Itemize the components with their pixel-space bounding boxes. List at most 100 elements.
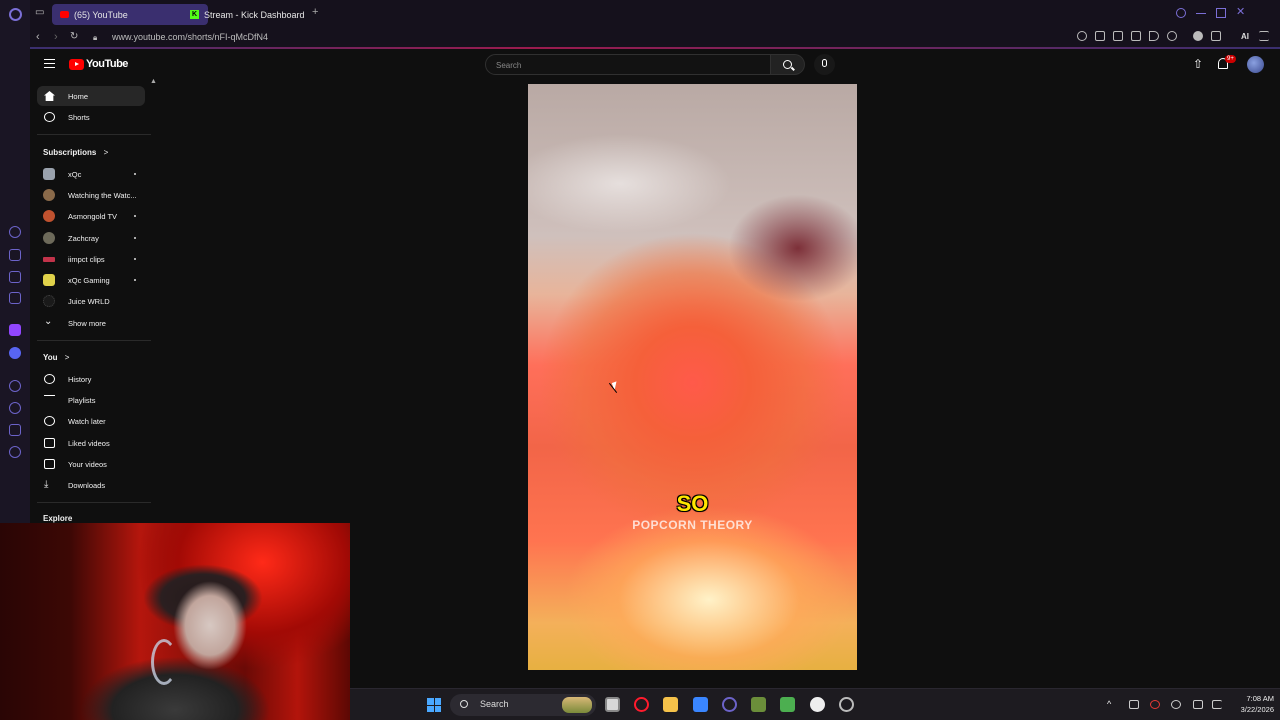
chevron-down-icon: ⌄ [44,316,53,327]
ai-icon[interactable] [1229,31,1239,41]
clock-date[interactable]: 3/22/2026 [1224,705,1274,714]
start-button[interactable] [427,698,441,712]
back-icon[interactable]: ‹ [36,31,40,43]
opera-gx-taskbar-icon[interactable] [634,697,649,712]
channel-avatar [43,210,55,222]
you-heading-label: You [43,353,58,362]
sidebar-item-subscription[interactable]: Asmongold TV [37,206,145,226]
show-more-button[interactable]: ⌄ Show more [37,313,145,333]
sidebar-item-subscription[interactable]: Watching the Watc... [37,185,145,205]
download-icon[interactable] [1211,31,1221,41]
profile-icon[interactable] [1193,31,1203,41]
liked-videos-icon [44,438,55,448]
snapshot-icon[interactable] [1113,31,1123,41]
heart-icon[interactable] [1167,31,1177,41]
menu-icon[interactable] [44,59,55,68]
forward-icon[interactable]: › [54,31,58,43]
tray-overflow-icon[interactable]: ^ [1107,699,1111,709]
subscriptions-heading-label: Subscriptions [43,148,97,157]
voice-search-button[interactable] [814,54,835,75]
upload-icon[interactable]: ⇧ [1193,57,1203,71]
search-button[interactable] [771,54,805,75]
sidebar-item-shorts[interactable]: Shorts [37,107,145,127]
new-tab-button[interactable]: + [312,7,323,18]
address-bar: ‹ › ↻ 🔒︎ www.youtube.com/shorts/nFI-qMcD… [30,28,1280,48]
search-input[interactable]: Search [485,54,771,75]
sidebar-item-playlists[interactable]: Playlists [37,390,145,410]
bookmarks-icon[interactable] [9,249,21,261]
microsoft-store-icon[interactable] [693,697,708,712]
sidebar-item-downloads[interactable]: ⤓ Downloads [37,475,145,495]
playlists-icon [44,395,55,405]
start-tile [427,698,434,705]
address-accent-line [30,47,1280,49]
opera-taskbar-icon[interactable] [722,697,737,712]
sidebar-item-subscription[interactable]: iimpct clips [37,249,145,269]
shorts-video-player[interactable]: SO POPCORN THEORY [528,84,857,670]
volume-icon[interactable] [1212,700,1222,709]
sidebar-item-subscription[interactable]: Zachcray [37,228,145,248]
sidebar-item-home[interactable]: Home [37,86,145,106]
aria-icon[interactable] [9,226,21,238]
home-icon [44,91,55,101]
tab-kick-dashboard[interactable]: K Stream - Kick Dashboard [182,4,322,25]
sidebar-item-subscription[interactable]: xQc [37,164,145,184]
sidebar-item-watch-later[interactable]: Watch later [37,411,145,431]
sidebar-item-liked-videos[interactable]: Liked videos [37,433,145,453]
network-icon[interactable] [1129,700,1139,709]
account-avatar[interactable] [1247,56,1264,73]
sidebar-item-subscription[interactable]: Juice WRLD [37,291,145,311]
youtube-logo[interactable]: YouTube [69,58,128,70]
lock-icon: 🔒︎ [93,33,98,42]
display-icon[interactable] [1193,700,1203,709]
tab-search-icon[interactable] [1176,8,1186,18]
chevron-right-icon: > [103,148,109,157]
settings-icon[interactable] [9,446,21,458]
opera-logo-icon[interactable] [9,8,22,21]
sidebar-item-label: Your videos [68,459,107,469]
clock-time[interactable]: 7:08 AM [1224,694,1274,703]
sidebar-item-history[interactable]: History [37,369,145,389]
zoom-icon[interactable] [1077,31,1087,41]
pinboard-icon[interactable] [9,271,21,283]
task-view-icon[interactable] [605,697,620,712]
pin-icon[interactable] [1095,31,1105,41]
discord-icon[interactable] [9,347,21,359]
minimize-icon[interactable] [1196,8,1206,14]
creeper-icon[interactable] [780,697,795,712]
sidebar-divider [37,134,151,135]
sidebar-scroll-up-icon[interactable]: ▲ [150,78,157,85]
taskbar-search[interactable]: Search [450,694,596,716]
sidebar-item-your-videos[interactable]: Your videos [37,454,145,474]
mic-icon [822,59,827,67]
ai-label[interactable]: AI [1241,32,1249,41]
minecraft-icon[interactable] [751,697,766,712]
mail-icon[interactable] [9,292,21,304]
sidebar-item-label: Shorts [68,112,90,122]
player-icon[interactable] [9,380,21,392]
microphone-tray-icon[interactable] [1171,700,1181,709]
reload-icon[interactable]: ↻ [70,31,78,42]
file-explorer-icon[interactable] [663,697,678,712]
shorts-icon [44,112,55,122]
close-icon[interactable]: ✕ [1236,7,1246,18]
you-heading[interactable]: You > [43,353,69,362]
sidebar-item-subscription[interactable]: xQc Gaming [37,270,145,290]
history-clock-icon[interactable] [9,402,21,414]
channel-avatar [43,189,55,201]
shield-icon[interactable] [1131,31,1141,41]
subscriptions-heading[interactable]: Subscriptions > [43,148,108,157]
video-caption-main: SO [676,491,709,516]
workspaces-icon[interactable]: ▭ [35,7,44,18]
url-field[interactable]: www.youtube.com/shorts/nFI-qMcDfN4 [112,32,268,42]
extensions-icon[interactable] [9,424,21,436]
restore-icon[interactable] [1216,8,1226,18]
steam-icon[interactable] [839,697,854,712]
twitch-icon[interactable] [9,324,21,336]
sync-icon[interactable] [1150,700,1160,709]
obs-icon[interactable] [810,697,825,712]
player-toolbar-icon[interactable] [1149,31,1159,41]
chevron-right-icon: > [64,353,70,362]
easy-setup-icon[interactable] [1259,31,1269,41]
live-indicator [134,173,136,175]
